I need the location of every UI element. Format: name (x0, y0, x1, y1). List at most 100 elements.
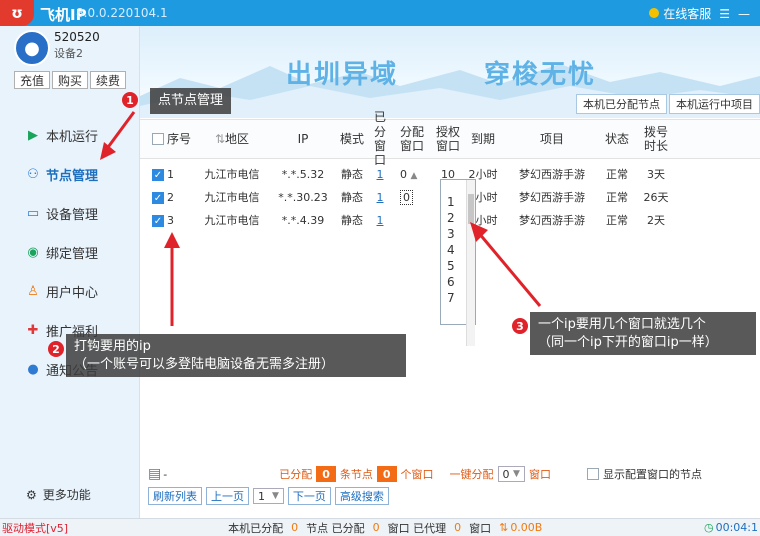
sidebar-item-device-management[interactable]: ▭ 设备管理 (0, 194, 140, 233)
sidebar-item-binding-management[interactable]: ◉ 绑定管理 (0, 233, 140, 272)
header-assigned-l2: 窗口 (373, 139, 386, 168)
prev-page-button[interactable]: 上一页 (206, 487, 249, 505)
header-auth: 授权 窗口 (434, 125, 462, 154)
row-ip: *.*.4.39 (281, 213, 325, 227)
assigned-prefix: 已分配 (279, 468, 313, 481)
gear-icon: ⚙ (26, 487, 37, 502)
next-page-button[interactable]: 下一页 (287, 487, 331, 505)
more-label: 更多功能 (42, 488, 91, 502)
sidebar-item-node-management[interactable]: ⚇ 节点管理 (0, 155, 140, 194)
header-auth-l1: 授权 (435, 124, 460, 139)
header-ip: IP (297, 131, 309, 146)
header-dial: 拨号 时长 (634, 125, 678, 154)
header-auth-l2: 窗口 (435, 139, 460, 153)
tab-running-projects[interactable]: 本机运行中项目 (669, 94, 760, 114)
row-status: 正常 (606, 167, 628, 181)
status-v2: 0 (372, 521, 380, 534)
header-region[interactable]: ⇅地区 (192, 132, 272, 146)
row-assigned-link[interactable]: 1 (370, 214, 390, 227)
timer: 00:04:1 (715, 521, 758, 534)
show-config-label: 显示配置窗口的节点 (602, 468, 702, 481)
banner-text-2: 穿梭无忧 (484, 60, 597, 90)
more-features-button[interactable]: ⚙ 更多功能 (26, 486, 91, 503)
status-node-label: 节点 已分配 (306, 521, 365, 535)
row-mode: 静态 (341, 167, 363, 181)
row-dial: 3天 (647, 167, 665, 181)
row-region: 九江市电信 (204, 167, 260, 181)
refresh-list-button[interactable]: 刷新列表 (148, 487, 202, 505)
status-window-label: 窗口 已代理 (387, 521, 447, 535)
callout-3: 一个ip要用几个窗口就选几个 （同一个ip下开的窗口ip一样） (530, 312, 756, 356)
service-label: 在线客服 (663, 7, 712, 21)
tab-assigned-nodes[interactable]: 本机已分配节点 (576, 94, 667, 114)
row-ip: *.*.5.32 (281, 167, 325, 181)
gift-icon: ✚ (27, 323, 39, 338)
sidebar-item-label: 用户中心 (46, 286, 99, 301)
header-alloc: 分配 窗口 (390, 125, 434, 154)
callout-2-line2: （一个账号可以多登陆电脑设备无需多注册） (74, 356, 335, 372)
dropdown-scrollbar[interactable] (466, 180, 475, 346)
traffic-icon: ⇅ (499, 521, 509, 534)
chat-icon[interactable]: ▤ (148, 466, 161, 482)
row-no: 2 (167, 190, 174, 204)
sidebar: ● 520520 设备2 充值 购买 续费 ▶ 本机运行 ⚇ 节点管理 ▭ 设备管理 … (0, 26, 140, 518)
header-mode: 模式 (339, 131, 364, 146)
callout-3-badge: 3 (512, 318, 528, 334)
row-checkbox[interactable]: ✓ (152, 191, 164, 204)
row-mode: 静态 (341, 190, 363, 204)
sidebar-item-label: 本机运行 (46, 130, 99, 145)
callout-3-line2: （同一个ip下开的窗口ip一样） (538, 334, 718, 350)
row-checkbox[interactable]: ✓ (152, 214, 164, 227)
callout-2-line1: 打钩要用的ip (74, 339, 151, 354)
one-click-value: 0 (502, 467, 510, 481)
row-assigned-link[interactable]: 1 (370, 168, 390, 181)
customer-service-link[interactable]: 在线客服 (649, 5, 711, 22)
advanced-search-button[interactable]: 高级搜索 (334, 487, 389, 505)
header-region-label: 地区 (225, 131, 250, 146)
sidebar-item-local-run[interactable]: ▶ 本机运行 (0, 116, 140, 155)
row-alloc-select[interactable]: 0 ▲ (390, 168, 434, 182)
minimize-icon[interactable]: — (738, 7, 750, 21)
recharge-button[interactable]: 充值 (14, 71, 51, 89)
sort-icon: ⇅ (214, 131, 226, 146)
sidebar-item-user-center[interactable]: ♙ 用户中心 (0, 272, 140, 311)
status-assigned-label: 本机已分配 (228, 521, 284, 535)
app-logo-icon: ʊ (0, 0, 34, 26)
menu-icon[interactable]: ☰ (719, 7, 730, 21)
avatar[interactable]: ● (14, 30, 50, 66)
page-select[interactable]: 1 ▼ (253, 488, 284, 504)
status-window-unit: 窗口 (469, 521, 492, 535)
header-dial-l2: 时长 (643, 139, 668, 153)
table-header: 序号 ⇅地区 IP 模式 已分 窗口 分配 窗口 授权 窗口 到期 项目 状态 拨号时… (140, 110, 760, 167)
window-count-dropdown[interactable]: 1 2 3 4 5 6 7 (440, 179, 476, 346)
row-alloc-value: 0 (400, 189, 413, 205)
buy-button[interactable]: 购买 (52, 71, 89, 89)
row-assigned-link[interactable]: 1 (370, 191, 390, 204)
row-alloc-select[interactable]: 0 (390, 189, 434, 205)
show-config-checkbox[interactable] (586, 468, 599, 480)
traffic-speed: 0.00B (510, 521, 543, 534)
spin-up-icon: ▲ (410, 170, 418, 181)
select-all-checkbox[interactable] (152, 132, 164, 145)
user-icon: ♙ (27, 284, 39, 299)
status-bar: 驱动模式[v5] 本机已分配 0 节点 已分配 0 窗口 已代理 0 窗口 ⇅ … (0, 518, 760, 536)
bell-icon: ● (27, 362, 39, 377)
one-click-label: 一键分配 (449, 468, 494, 481)
row-checkbox[interactable]: ✓ (152, 168, 164, 181)
window-unit: 窗口 (528, 468, 551, 481)
header-assigned: 已分 窗口 (370, 110, 390, 168)
scrollbar-thumb[interactable] (468, 194, 474, 224)
renew-button[interactable]: 续费 (90, 71, 127, 89)
sidebar-item-label: 节点管理 (46, 169, 99, 184)
header-status: 状态 (604, 131, 629, 146)
play-circle-icon: ▶ (28, 128, 38, 143)
callout-2: 打钩要用的ip （一个账号可以多登陆电脑设备无需多注册） (66, 334, 406, 378)
node-tree-icon: ⚇ (27, 167, 39, 182)
row-status: 正常 (606, 190, 628, 204)
status-v1: 0 (291, 521, 299, 534)
device-name: 设备2 (54, 47, 83, 60)
header-select-all[interactable]: 序号 (140, 132, 192, 146)
link-icon: ◉ (27, 245, 39, 260)
one-click-select[interactable]: 0 ▼ (497, 466, 525, 482)
username: 520520 (54, 30, 100, 44)
